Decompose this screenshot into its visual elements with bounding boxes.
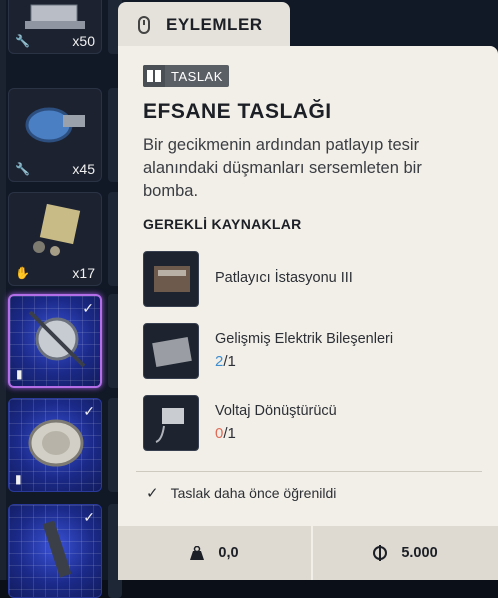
weight-stat: 0,0 <box>118 526 311 580</box>
inventory-tile-1[interactable]: 🔧 x50 <box>8 0 102 54</box>
blueprint-badge: TASLAK <box>143 65 229 87</box>
resource-thumbnail <box>143 323 199 379</box>
wrench-icon: 🔧 <box>15 162 30 176</box>
check-icon: ✓ <box>146 485 159 502</box>
learned-status: ✓ Taslak daha önce öğrenildi <box>146 484 336 502</box>
price-value: 5.000 <box>401 545 438 561</box>
resource-need: /1 <box>223 353 236 370</box>
check-icon: ✓ <box>83 403 95 419</box>
check-icon: ✓ <box>82 300 94 316</box>
blueprint-icon: ▮ <box>16 367 23 381</box>
item-art <box>25 4 85 29</box>
tile-count: x45 <box>72 161 95 177</box>
divider <box>136 471 482 472</box>
resource-row[interactable]: Gelişmiş Elektrik Bileşenleri 2/1 <box>143 323 473 379</box>
item-art <box>28 419 84 467</box>
item-art <box>28 310 86 368</box>
resource-need: /1 <box>223 425 236 442</box>
resource-row[interactable]: Patlayıcı İstasyonu III <box>143 251 473 307</box>
item-art <box>42 520 72 578</box>
item-art <box>25 107 85 143</box>
coin-icon <box>373 545 388 561</box>
inventory-tile-3[interactable]: ✋ x17 <box>8 192 102 286</box>
tile-count: x17 <box>72 265 95 281</box>
left-edge <box>0 0 6 580</box>
inventory-tile-5[interactable]: ✓ ▮ <box>8 398 102 492</box>
resource-name: Patlayıcı İstasyonu III <box>215 270 353 286</box>
resource-quantity: 2/1 <box>215 353 236 370</box>
weight-value: 0,0 <box>218 545 239 561</box>
actions-tab-title: EYLEMLER <box>166 15 263 34</box>
resource-row[interactable]: Voltaj Dönüştürücü 0/1 <box>143 395 473 451</box>
resource-name: Gelişmiş Elektrik Bileşenleri <box>215 331 394 347</box>
inventory-tile-4[interactable]: ✓ ▮ <box>8 294 102 388</box>
required-resources-title: GEREKLİ KAYNAKLAR <box>143 216 302 232</box>
resource-thumbnail <box>143 251 199 307</box>
item-details-panel: TASLAK EFSANE TASLAĞI Bir gecikmenin ard… <box>118 46 498 580</box>
item-description: Bir gecikmenin ardından patlayıp tesir a… <box>143 136 422 200</box>
price-stat: 5.000 <box>313 526 498 580</box>
item-footer: 0,0 5.000 <box>118 526 498 580</box>
blueprint-icon: ▮ <box>15 472 22 486</box>
actions-tab[interactable]: EYLEMLER <box>118 2 290 48</box>
hand-icon: ✋ <box>15 266 30 280</box>
wrench-icon: 🔧 <box>15 34 30 48</box>
check-icon: ✓ <box>83 509 95 525</box>
item-title: EFSANE TASLAĞI <box>143 100 332 123</box>
blueprint-icon <box>143 65 165 87</box>
learned-text: Taslak daha önce öğrenildi <box>170 485 337 501</box>
weight-icon <box>190 546 205 560</box>
resource-quantity: 0/1 <box>215 425 236 442</box>
item-art <box>33 203 81 256</box>
mouse-icon <box>138 16 150 34</box>
tile-count: x50 <box>72 33 95 49</box>
inventory-tile-6[interactable]: ✓ <box>8 504 102 598</box>
resource-thumbnail <box>143 395 199 451</box>
resource-name: Voltaj Dönüştürücü <box>215 403 337 419</box>
badge-label: TASLAK <box>171 68 223 84</box>
inventory-tile-2[interactable]: 🔧 x45 <box>8 88 102 182</box>
